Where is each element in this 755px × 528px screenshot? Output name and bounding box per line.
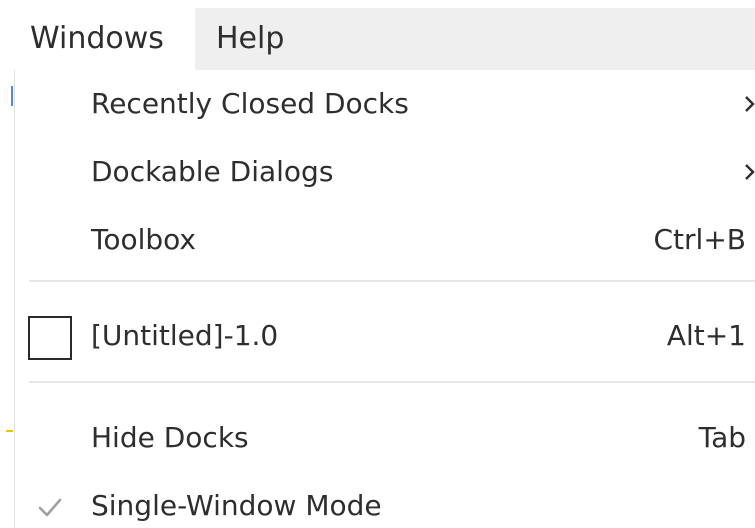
unchecked-checkbox-icon bbox=[28, 316, 72, 360]
menu-help[interactable]: Help bbox=[212, 8, 288, 70]
menu-item-label: Hide Docks bbox=[91, 421, 249, 454]
menu-item-toolbox[interactable]: Toolbox Ctrl+B bbox=[15, 206, 755, 274]
menubar: Windows Help bbox=[0, 0, 755, 72]
menu-item-label: Dockable Dialogs bbox=[91, 155, 334, 188]
menu-item-single-window-mode[interactable]: Single-Window Mode bbox=[15, 472, 755, 528]
menu-item-label: Recently Closed Docks bbox=[91, 87, 409, 120]
menu-item-dockable-dialogs[interactable]: Dockable Dialogs bbox=[15, 138, 755, 206]
menu-separator bbox=[29, 280, 755, 282]
app-window: Windows Help Recently Closed Docks Docka… bbox=[0, 0, 755, 528]
shortcut-label: Ctrl+B bbox=[653, 223, 747, 256]
chevron-right-icon bbox=[742, 90, 755, 118]
menu-windows[interactable]: Windows bbox=[14, 8, 195, 70]
menu-item-label: Single-Window Mode bbox=[91, 489, 382, 522]
chevron-right-icon bbox=[742, 158, 755, 186]
background-window-edge bbox=[6, 430, 13, 432]
menu-item-label: [Untitled]-1.0 bbox=[91, 319, 279, 352]
checkmark-icon bbox=[37, 494, 63, 520]
shortcut-label: Alt+1 bbox=[666, 319, 746, 352]
menu-item-label: Toolbox bbox=[91, 223, 196, 256]
menu-separator bbox=[29, 381, 755, 383]
background-window-edge bbox=[11, 86, 13, 106]
menu-item-image-untitled[interactable]: [Untitled]-1.0 Alt+1 bbox=[15, 302, 755, 370]
menu-item-hide-docks[interactable]: Hide Docks Tab bbox=[15, 404, 755, 472]
menu-item-recently-closed-docks[interactable]: Recently Closed Docks bbox=[15, 70, 755, 138]
shortcut-label: Tab bbox=[698, 421, 746, 454]
windows-dropdown-menu: Recently Closed Docks Dockable Dialogs T… bbox=[14, 70, 755, 528]
